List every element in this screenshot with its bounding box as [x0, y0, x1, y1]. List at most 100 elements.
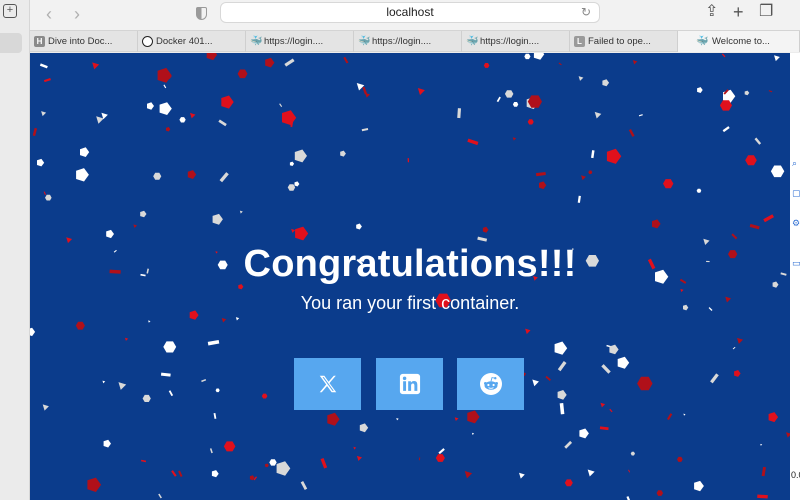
confetti-piece — [454, 417, 459, 422]
confetti-piece — [282, 110, 297, 126]
confetti-piece — [87, 477, 102, 492]
confetti-piece — [223, 441, 236, 452]
confetti-piece — [512, 102, 519, 107]
confetti-piece — [124, 337, 129, 341]
tab-failed-to-open[interactable]: L Failed to ope... — [570, 31, 678, 52]
confetti-piece — [599, 426, 609, 431]
tab-docker-401[interactable]: Docker 401... — [138, 31, 246, 52]
confetti-piece — [483, 63, 490, 68]
confetti-piece — [147, 102, 154, 110]
confetti-piece — [140, 459, 147, 463]
confetti-piece — [41, 111, 47, 117]
tab-overview-icon[interactable]: ❐ — [759, 4, 773, 20]
confetti-piece — [666, 413, 673, 421]
confetti-piece — [632, 60, 638, 65]
confetti-piece — [30, 327, 36, 337]
confetti-piece — [294, 149, 307, 163]
confetti-piece — [532, 379, 539, 387]
share-x-button[interactable] — [294, 358, 361, 410]
confetti-piece — [80, 147, 90, 157]
confetti-piece — [187, 170, 197, 179]
confetti-piece — [327, 412, 340, 426]
confetti-piece — [557, 390, 567, 400]
confetti-piece — [206, 53, 218, 61]
confetti-piece — [602, 79, 610, 87]
linkedin-icon — [399, 373, 420, 395]
confetti-piece — [133, 224, 138, 228]
address-bar[interactable]: localhost ↻ — [220, 2, 600, 23]
settings-icon[interactable]: ⚙ — [792, 218, 800, 229]
confetti-piece — [178, 470, 183, 477]
confetti-piece — [265, 57, 275, 68]
confetti-piece — [564, 440, 573, 449]
confetti-piece — [559, 403, 565, 415]
confetti-piece — [496, 96, 501, 103]
confetti-piece — [564, 479, 573, 487]
confetti-piece — [601, 364, 611, 374]
confetti-piece — [287, 184, 296, 191]
right-edge-fragment: 0.0 — [791, 470, 800, 480]
confetti-piece — [179, 117, 186, 123]
l-favicon-icon: L — [574, 36, 585, 47]
confetti-piece — [744, 90, 750, 96]
share-linkedin-button[interactable] — [376, 358, 443, 410]
confetti-piece — [359, 423, 369, 433]
tab-welcome-active[interactable]: 🐳 Welcome to... — [678, 31, 800, 52]
confetti-piece — [340, 150, 346, 157]
confetti-piece — [159, 102, 172, 115]
confetti-piece — [343, 56, 349, 64]
confetti-piece — [438, 448, 445, 455]
confetti-piece — [535, 171, 546, 177]
share-icon[interactable]: ⇪ — [705, 4, 718, 20]
confetti-piece — [578, 76, 584, 81]
new-tab-icon[interactable]: + — [733, 3, 744, 21]
confetti-piece — [213, 412, 217, 419]
confetti-piece — [276, 461, 291, 476]
forward-icon[interactable]: › — [74, 5, 80, 23]
confetti-piece — [142, 394, 151, 402]
confetti-piece — [737, 337, 744, 344]
back-icon[interactable]: ‹ — [46, 5, 52, 23]
right-edge-panel — [790, 53, 800, 500]
panel-icon[interactable]: ▢ — [792, 188, 800, 199]
privacy-shield-icon[interactable] — [196, 7, 207, 20]
confetti-piece — [219, 172, 229, 183]
confetti-piece — [722, 126, 730, 133]
window-icon[interactable]: ▭ — [792, 258, 800, 269]
confetti-piece — [417, 88, 425, 96]
sidebar-selected-item[interactable] — [0, 33, 22, 53]
confetti-piece — [609, 408, 613, 413]
confetti-piece — [579, 428, 589, 439]
confetti-piece — [768, 90, 773, 93]
tab-login-1[interactable]: 🐳 https://login.... — [246, 31, 354, 52]
confetti-piece — [732, 346, 736, 350]
confetti-piece — [435, 454, 445, 462]
reload-icon[interactable]: ↻ — [581, 3, 591, 22]
share-reddit-button[interactable] — [457, 358, 524, 410]
confetti-piece — [39, 63, 48, 69]
confetti-piece — [581, 175, 586, 181]
confetti-piece — [770, 165, 785, 178]
browser-toolbar: ‹ › localhost ↻ ⇪ + ❐ — [30, 0, 800, 30]
confetti-piece — [525, 328, 531, 335]
confetti-piece — [638, 114, 643, 117]
sidebar-toggle-icon[interactable]: + — [3, 4, 17, 18]
confetti-piece — [519, 472, 525, 479]
left-sidebar-strip: + — [0, 0, 30, 500]
tab-login-3[interactable]: 🐳 https://login.... — [462, 31, 570, 52]
confetti-piece — [356, 455, 362, 461]
confetti-piece — [558, 62, 562, 66]
h-favicon-icon: H — [34, 36, 45, 47]
confetti-piece — [617, 356, 630, 369]
confetti-piece — [92, 62, 100, 70]
confetti-piece — [683, 413, 686, 416]
confetti-piece — [763, 214, 774, 223]
tab-dive-into-docker[interactable]: H Dive into Doc... — [30, 31, 138, 52]
url-text: localhost — [386, 5, 434, 19]
tab-login-2[interactable]: 🐳 https://login.... — [354, 31, 462, 52]
zoom-icon[interactable]: ⌕ — [792, 158, 797, 169]
confetti-piece — [626, 496, 631, 500]
confetti-piece — [539, 181, 547, 190]
confetti-piece — [102, 380, 106, 384]
confetti-piece — [577, 195, 581, 203]
